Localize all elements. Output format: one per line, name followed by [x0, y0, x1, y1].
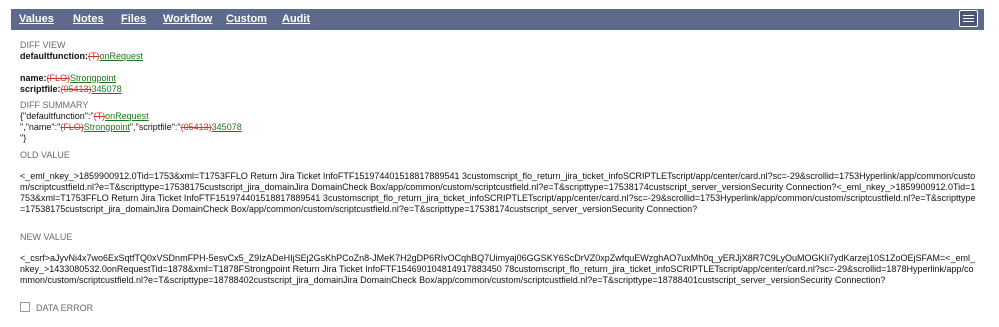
scriptfile-old: (05413) [60, 84, 92, 94]
summary-prefix-2: ","name":" [20, 122, 61, 132]
scriptfile-label: scriptfile: [20, 84, 61, 94]
tab-values[interactable]: Values [19, 12, 54, 26]
name-old: (FLO) [46, 73, 71, 83]
old-value-text: <_eml_nkey_>1859900912.0Tid=1753&xml=T17… [20, 171, 976, 214]
summary-name-new: Strongpoint [83, 122, 130, 132]
summary-old-1: (T) [93, 111, 106, 121]
diff-summary-line-2: ","name":"(FLO)Strongpoint","scriptfile"… [20, 122, 242, 132]
name-new: Strongpoint [70, 73, 117, 83]
tab-custom[interactable]: Custom [226, 12, 267, 26]
defaultfunction-old: (T) [88, 51, 100, 61]
summary-new-1: onRequest [105, 111, 149, 121]
defaultfunction-label: defaultfunction: [20, 51, 88, 61]
diff-summary-line-1: {"defaultfunction":"(T)onRequest [20, 111, 149, 121]
tab-files[interactable]: Files [121, 12, 146, 26]
new-value-text: <_csrf>aJyvNi4x7wo6ExSqtfTQ0xVSDnmFPH-5e… [20, 253, 976, 285]
summary-file-old: (05413) [180, 122, 212, 132]
new-value-heading: NEW VALUE [20, 232, 73, 242]
tab-workflow[interactable]: Workflow [163, 12, 212, 26]
defaultfunction-new: onRequest [99, 51, 144, 61]
old-value-heading: OLD VALUE [20, 150, 70, 160]
diff-view-heading: DIFF VIEW [20, 40, 66, 50]
diff-summary-heading: DIFF SUMMARY [20, 100, 89, 110]
tab-notes[interactable]: Notes [73, 12, 104, 26]
summary-name-old: (FLO) [60, 122, 84, 132]
subtab-bar: Values Notes Files Workflow Custom Audit [11, 9, 984, 30]
name-label: name: [20, 73, 47, 83]
summary-prefix-1: {"defaultfunction":" [20, 111, 94, 121]
diff-view-scriptfile: scriptfile:(05413)345078 [20, 84, 122, 94]
menu-icon[interactable] [959, 10, 978, 27]
diff-summary-line-3: "} [20, 133, 27, 143]
diff-view-defaultfunction: defaultfunction:(T)onRequest [20, 51, 143, 61]
data-error-label: DATA ERROR [36, 303, 94, 313]
scriptfile-new: 345078 [91, 84, 122, 94]
summary-file-new: 345078 [211, 122, 242, 132]
data-error-checkbox[interactable] [20, 302, 30, 312]
summary-mid: ","scriptfile":" [129, 122, 181, 132]
diff-view-name: name:(FLO)Strongpoint [20, 73, 116, 83]
tab-audit[interactable]: Audit [282, 12, 310, 26]
